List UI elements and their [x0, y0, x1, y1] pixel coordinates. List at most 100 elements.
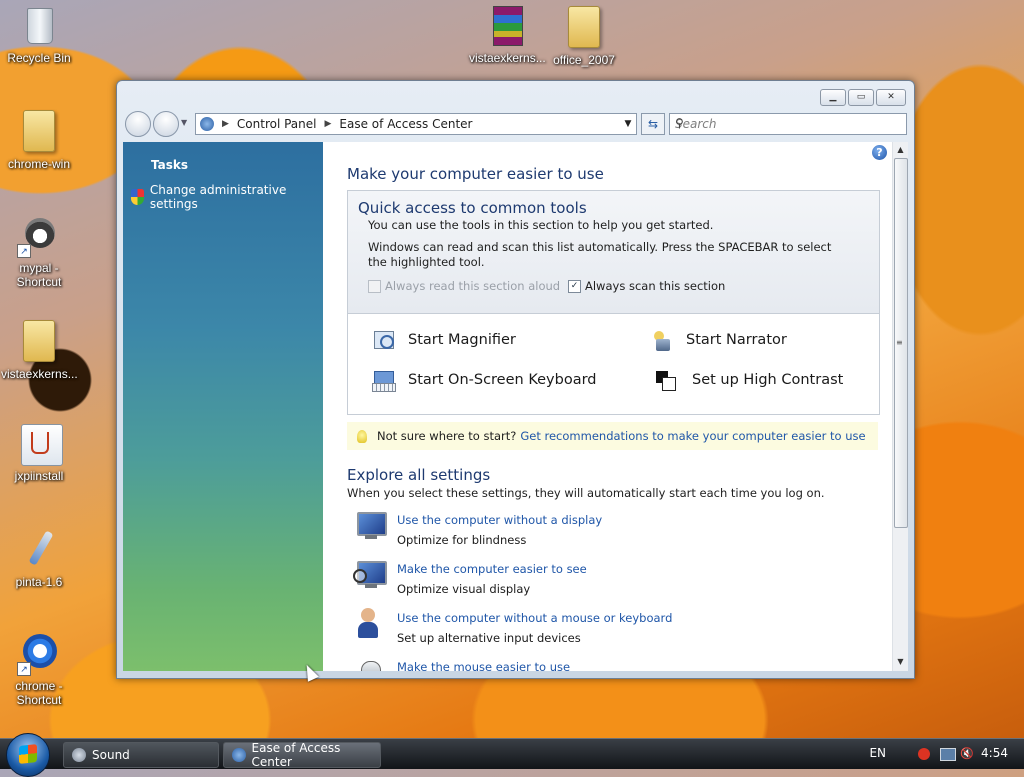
- maximize-button[interactable]: ▭: [848, 89, 874, 106]
- scan-section-label: Always scan this section: [585, 279, 726, 293]
- quick-access-header: Quick access to common tools You can use…: [348, 191, 879, 314]
- setting-easier-to-see: Make the computer easier to see Optimize…: [353, 559, 587, 596]
- desktop-icon-vistaexkerns-folder[interactable]: vistaexkerns...: [1, 318, 78, 381]
- mouse-easier-link[interactable]: Make the mouse easier to use: [397, 660, 570, 671]
- without-display-link[interactable]: Use the computer without a display: [397, 513, 602, 527]
- taskbar-button-ease-of-access[interactable]: Ease of Access Center: [223, 741, 381, 769]
- without-mouse-keyboard-link[interactable]: Use the computer without a mouse or keyb…: [397, 611, 672, 625]
- start-on-screen-keyboard-button[interactable]: Start On-Screen Keyboard: [372, 369, 597, 392]
- folder-icon: [17, 110, 61, 154]
- setting-description: Optimize for blindness: [397, 533, 527, 547]
- taskbar: Sound Ease of Access Center EN 🔇 4:54: [0, 733, 1024, 777]
- taskbar-button-label: Ease of Access Center: [251, 741, 341, 769]
- control-panel-icon: [232, 748, 246, 762]
- search-input[interactable]: Search ⚲: [669, 113, 907, 135]
- tip-text: Not sure where to start?: [377, 429, 517, 443]
- desktop-icon-recycle-bin[interactable]: Recycle Bin: [1, 4, 77, 65]
- quick-access-text-2: Windows can read and scan this list auto…: [368, 240, 832, 269]
- shortcut-arrow-icon: ↗: [17, 244, 31, 258]
- monitor-magnifier-icon: [353, 559, 387, 591]
- start-narrator-button[interactable]: Start Narrator: [650, 329, 787, 351]
- folder-icon: [562, 6, 606, 50]
- taskbar-button-sound[interactable]: Sound: [63, 742, 219, 768]
- uac-shield-icon: [131, 189, 144, 205]
- refresh-button[interactable]: ⇆: [641, 113, 665, 135]
- desktop-icon-label: vistaexkerns...: [1, 367, 78, 381]
- lightbulb-icon: [357, 429, 367, 443]
- title-buttons: ▁ ▭ ✕: [820, 89, 906, 106]
- winrar-archive-icon: [485, 4, 529, 48]
- keyboard-icon: [372, 369, 396, 392]
- high-contrast-icon: [656, 369, 680, 391]
- desktop-icon-chrome-win[interactable]: chrome-win: [1, 108, 77, 171]
- tool-label: Set up High Contrast: [692, 372, 844, 388]
- navigation-bar: ▼ ▶ Control Panel ▶ Ease of Access Cente…: [125, 111, 907, 137]
- setting-mouse-easier: Make the mouse easier to use: [355, 657, 570, 671]
- recent-pages-dropdown-icon[interactable]: ▼: [181, 118, 187, 127]
- page-title: Make your computer easier to use: [347, 165, 604, 183]
- scroll-down-arrow-icon[interactable]: ▼: [893, 657, 908, 666]
- narrator-icon: [650, 329, 674, 351]
- desktop-icon-label: pinta-1.6: [15, 575, 63, 589]
- tasks-pane: Tasks Change administrative settings: [123, 142, 323, 671]
- desktop-icon-vistaexkerns-archive[interactable]: vistaexkerns...: [469, 4, 546, 65]
- java-installer-icon: [17, 422, 63, 466]
- breadcrumb-control-panel[interactable]: Control Panel: [237, 117, 317, 131]
- language-indicator[interactable]: EN: [869, 746, 886, 760]
- chrome-icon: ↗: [17, 632, 61, 676]
- desktop-icon-pinta[interactable]: pinta-1.6: [1, 528, 77, 589]
- scan-section-checkbox[interactable]: ✓ Always scan this section: [568, 279, 725, 293]
- paintbrush-icon: [17, 528, 61, 572]
- desktop-icon-label: chrome-win: [7, 157, 70, 171]
- recycle-bin-icon: [17, 4, 61, 48]
- breadcrumb-ease-of-access-center[interactable]: Ease of Access Center: [339, 117, 472, 131]
- tasks-heading: Tasks: [151, 158, 189, 172]
- tool-label: Start Magnifier: [408, 332, 516, 348]
- back-button[interactable]: [125, 111, 151, 137]
- desktop-icon-chrome-shortcut[interactable]: ↗ chrome - Shortcut: [1, 632, 77, 707]
- windows-logo-icon: [19, 744, 37, 764]
- scroll-up-arrow-icon[interactable]: ▲: [893, 145, 908, 154]
- control-panel-icon: [200, 117, 214, 131]
- get-recommendations-link[interactable]: Get recommendations to make your compute…: [520, 429, 865, 443]
- network-icon[interactable]: [940, 748, 956, 761]
- search-icon[interactable]: ⚲: [675, 116, 902, 130]
- desktop-icon-mypal-shortcut[interactable]: ↗ mypal - Shortcut: [1, 214, 77, 289]
- tool-label: Start On-Screen Keyboard: [408, 372, 597, 388]
- address-bar[interactable]: ▶ Control Panel ▶ Ease of Access Center …: [195, 113, 637, 135]
- shortcut-arrow-icon: ↗: [17, 662, 31, 676]
- set-up-high-contrast-button[interactable]: Set up High Contrast: [656, 369, 843, 391]
- explore-settings-subtitle: When you select these settings, they wil…: [347, 486, 825, 500]
- address-dropdown-icon[interactable]: ▼: [620, 119, 636, 129]
- magnifier-icon: [372, 329, 396, 351]
- volume-muted-icon[interactable]: 🔇: [960, 747, 974, 760]
- desktop-icon-label: mypal - Shortcut: [16, 261, 62, 289]
- read-aloud-label: Always read this section aloud: [385, 279, 561, 293]
- minimize-button[interactable]: ▁: [820, 89, 846, 106]
- clock[interactable]: 4:54: [981, 746, 1008, 760]
- start-button[interactable]: [6, 733, 50, 777]
- forward-button[interactable]: [153, 111, 179, 137]
- desktop-icon-office-2007[interactable]: office_2007: [546, 4, 622, 67]
- breadcrumb-chevron-icon[interactable]: ▶: [325, 119, 332, 129]
- monitor-icon: [355, 510, 387, 542]
- setting-without-display: Use the computer without a display Optim…: [355, 510, 602, 547]
- checkbox-box: [368, 279, 381, 293]
- person-icon: [355, 608, 387, 640]
- tool-label: Start Narrator: [686, 332, 787, 348]
- security-alert-icon[interactable]: [918, 748, 930, 760]
- ease-of-access-window: ▁ ▭ ✕ ▼ ▶ Control Panel ▶ Ease of Access…: [116, 80, 915, 679]
- change-admin-settings-link[interactable]: Change administrative settings: [131, 183, 323, 211]
- checkmark-icon[interactable]: ✓: [568, 279, 581, 293]
- desktop-icon-jxpiinstall[interactable]: jxpiinstall: [1, 422, 77, 483]
- read-aloud-checkbox: Always read this section aloud: [368, 279, 560, 293]
- breadcrumb-chevron-icon[interactable]: ▶: [222, 119, 229, 129]
- help-icon[interactable]: ?: [872, 145, 887, 160]
- close-button[interactable]: ✕: [876, 89, 906, 106]
- start-magnifier-button[interactable]: Start Magnifier: [372, 329, 516, 351]
- easier-to-see-link[interactable]: Make the computer easier to see: [397, 562, 587, 576]
- mouse-icon: [355, 657, 387, 671]
- setting-description: Set up alternative input devices: [397, 631, 581, 645]
- vertical-scrollbar[interactable]: ▲ ≡ ▼: [892, 142, 908, 671]
- quick-access-title: Quick access to common tools: [358, 199, 587, 217]
